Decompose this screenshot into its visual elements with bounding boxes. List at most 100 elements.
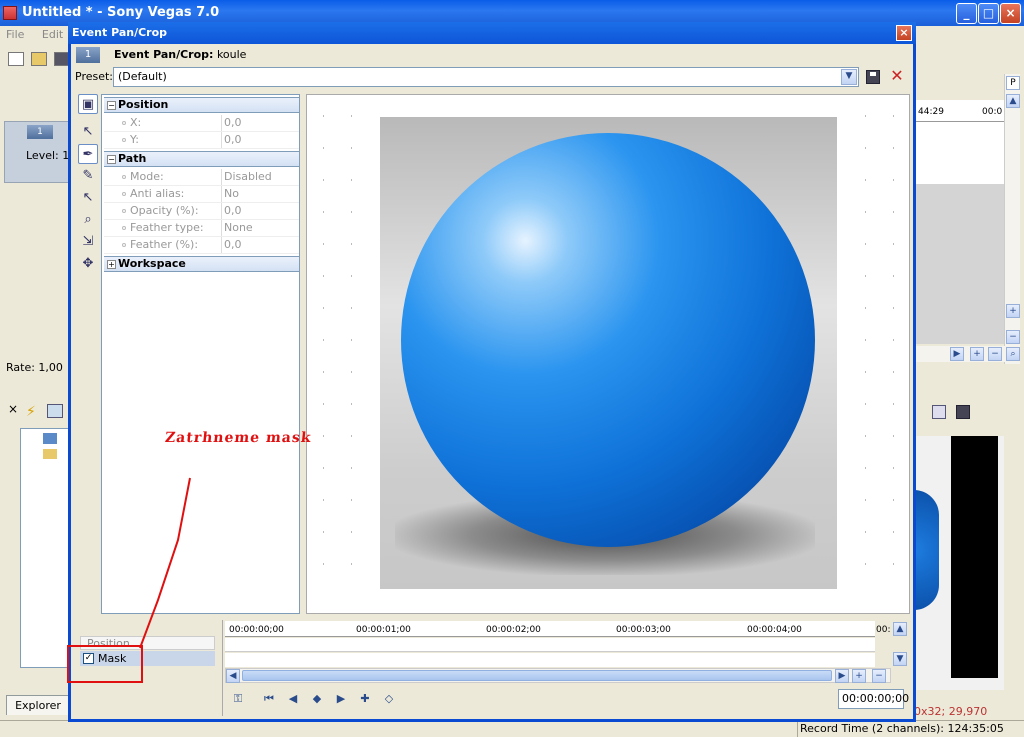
keyframe-track-position[interactable] <box>225 638 875 652</box>
preset-label: Preset: <box>75 70 114 83</box>
category-path[interactable]: − Path <box>104 151 299 167</box>
collapse-icon[interactable]: − <box>107 155 116 164</box>
bullet-icon <box>122 226 126 230</box>
zoom-out-button[interactable]: − <box>988 347 1002 361</box>
event-name: koule <box>216 48 247 61</box>
timeline-horizontal-scrollbar[interactable]: ▶ + − ⌕ <box>914 346 1020 362</box>
folder-icon[interactable] <box>43 449 57 459</box>
explorer-tree[interactable] <box>20 428 70 668</box>
bullet-icon <box>122 121 126 125</box>
ruler-tick: 00:00:00;00 <box>229 625 284 635</box>
dialog-close-button[interactable]: × <box>896 25 912 41</box>
app-title: Untitled * - Sony Vegas 7.0 <box>22 5 220 20</box>
views-icon[interactable] <box>47 404 63 418</box>
normal-edit-tool-icon[interactable]: ↖ <box>78 122 98 142</box>
category-position[interactable]: − Position <box>104 97 299 113</box>
ruler-tick: 00:00:02;00 <box>486 625 541 635</box>
collapse-icon[interactable]: − <box>107 101 116 110</box>
copy-snapshot-icon[interactable] <box>932 405 946 419</box>
preview-ball-image <box>914 490 939 610</box>
ruler-tick: 00:00:01;00 <box>356 625 411 635</box>
annotation-text: Zatrhneme mask <box>164 430 313 446</box>
move-freely-icon[interactable]: ✥ <box>78 254 98 274</box>
maximize-button[interactable]: □ <box>978 3 999 24</box>
save-snapshot-icon[interactable] <box>956 405 970 419</box>
zoom-in-button[interactable]: + <box>1006 304 1020 318</box>
preset-dropdown[interactable]: (Default) <box>113 67 859 87</box>
scroll-up-button[interactable]: ▲ <box>893 622 907 636</box>
drive-icon[interactable] <box>43 433 57 444</box>
ruler-tick: 00: <box>876 625 891 635</box>
zoom-out-button[interactable]: − <box>872 669 886 683</box>
annotation-arrow <box>139 477 191 649</box>
anchor-creation-tool-icon[interactable]: ✒ <box>78 144 98 164</box>
sync-cursor-icon[interactable]: ▣ <box>78 94 98 114</box>
scroll-right-button[interactable]: ▶ <box>950 347 964 361</box>
goto-keyframe-icon[interactable]: ◆ <box>309 691 325 707</box>
split-tangent-tool-icon[interactable]: ↖ <box>78 188 98 208</box>
dialog-title[interactable]: Event Pan/Crop <box>68 22 916 44</box>
first-keyframe-icon[interactable]: ⏮ <box>261 691 277 707</box>
lightning-icon[interactable]: ⚡ <box>26 404 36 420</box>
next-keyframe-icon[interactable]: ▶ <box>333 691 349 707</box>
preview-letterbox <box>951 436 998 678</box>
chevron-down-icon[interactable]: ▼ <box>841 69 857 85</box>
zoom-tool-icon[interactable]: ⌕ <box>78 210 98 230</box>
keyframe-ruler[interactable]: 00:00:00;00 00:00:01;00 00:00:02;00 00:0… <box>225 621 890 637</box>
zoom-out-button[interactable]: − <box>1006 330 1020 344</box>
marker-flag-icon[interactable]: P <box>1006 76 1020 90</box>
timeline-ruler[interactable]: 44:29 00:0 <box>914 100 1004 122</box>
scroll-up-button[interactable]: ▲ <box>1006 94 1020 108</box>
bullet-icon <box>122 192 126 196</box>
minimize-button[interactable]: _ <box>956 3 977 24</box>
preview-toolbar <box>914 400 1024 430</box>
previous-keyframe-icon[interactable]: ◀ <box>285 691 301 707</box>
timeline-empty-area[interactable] <box>914 184 1004 344</box>
prop-row-mode[interactable]: Mode: Disabled <box>104 169 299 186</box>
tab-explorer[interactable]: Explorer <box>6 695 70 715</box>
zoom-in-button[interactable]: + <box>970 347 984 361</box>
save-preset-icon[interactable] <box>866 70 880 84</box>
ruler-tick: 44:29 <box>918 107 944 117</box>
prop-row-x[interactable]: X: 0,0 <box>104 115 299 132</box>
new-file-icon[interactable] <box>8 52 24 66</box>
zoom-tool-icon[interactable]: ⌕ <box>1006 347 1020 361</box>
zoom-in-button[interactable]: + <box>852 669 866 683</box>
cursor-time-field[interactable]: 00:00:00;00 <box>838 689 909 709</box>
anchor-deletion-tool-icon[interactable]: ✎ <box>78 166 98 186</box>
timeline-vertical-scrollbar[interactable]: P ▲ + − <box>1004 74 1020 364</box>
prop-row-feather-type[interactable]: Feather type: None <box>104 220 299 237</box>
track-number: 1 <box>27 125 53 139</box>
grid-guide <box>865 115 866 595</box>
event-number: 1 <box>76 47 100 63</box>
lock-envelopes-icon[interactable]: ⚿ <box>230 691 246 707</box>
prop-row-anti-alias[interactable]: Anti alias: No <box>104 186 299 203</box>
keyframe-track-mask[interactable] <box>225 653 875 667</box>
prop-row-y[interactable]: Y: 0,0 <box>104 132 299 149</box>
event-prefix: Event Pan/Crop: <box>114 48 214 61</box>
expand-icon[interactable]: + <box>107 260 116 269</box>
grid-guide <box>893 115 894 595</box>
category-workspace[interactable]: + Workspace <box>104 256 299 272</box>
delete-preset-icon[interactable]: ✕ <box>888 67 906 85</box>
close-pane-icon[interactable]: × <box>8 402 18 416</box>
event-label: Event Pan/Crop: koule <box>114 44 246 66</box>
delete-keyframe-icon[interactable]: ◇ <box>381 691 397 707</box>
annotation-highlight-box <box>67 645 143 683</box>
prop-row-opacity[interactable]: Opacity (%): 0,0 <box>104 203 299 220</box>
ruler-tick: 00:00:04;00 <box>747 625 802 635</box>
enable-snapping-icon[interactable]: ⇲ <box>78 232 98 252</box>
bullet-icon <box>122 209 126 213</box>
menu-file[interactable]: File <box>6 28 24 41</box>
add-keyframe-icon[interactable]: ✚ <box>357 691 373 707</box>
open-folder-icon[interactable] <box>31 52 47 66</box>
close-button[interactable]: × <box>1000 3 1021 24</box>
scroll-down-button[interactable]: ▼ <box>893 652 907 666</box>
scroll-right-button[interactable]: ▶ <box>835 669 849 683</box>
scroll-left-button[interactable]: ◀ <box>226 669 240 683</box>
prop-row-feather[interactable]: Feather (%): 0,0 <box>104 237 299 254</box>
blue-ball-image <box>401 133 815 547</box>
scrollbar-thumb[interactable] <box>242 670 832 681</box>
menu-edit[interactable]: Edit <box>42 28 63 41</box>
timeline-track[interactable] <box>914 122 1004 184</box>
